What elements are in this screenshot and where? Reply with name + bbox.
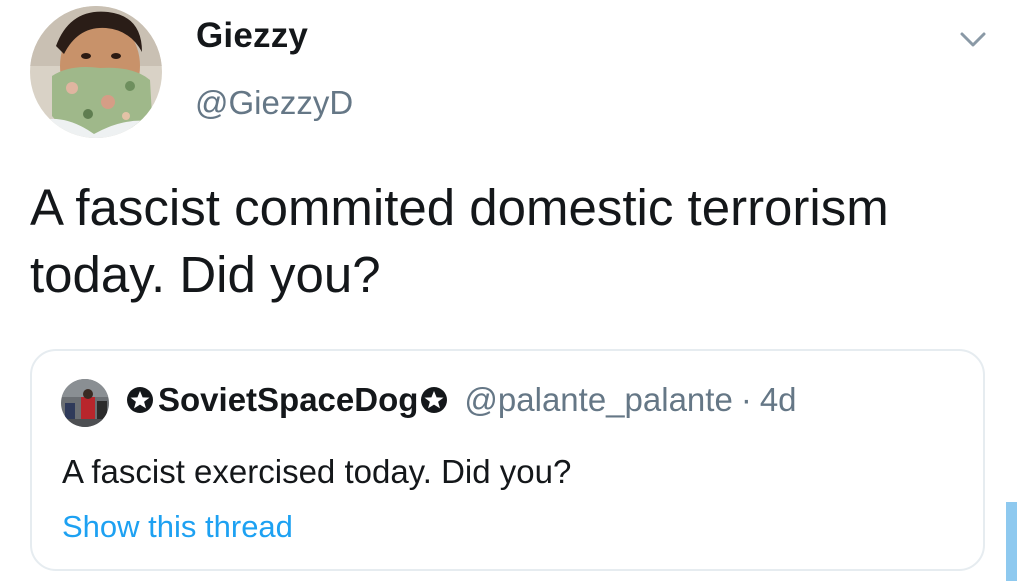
scrollbar-edge — [1006, 502, 1017, 581]
author-handle[interactable]: @GiezzyD — [195, 84, 353, 122]
quoted-timestamp[interactable]: 4d — [760, 381, 797, 419]
dot-separator: · — [740, 381, 752, 418]
author-display-name[interactable]: Giezzy — [196, 16, 308, 56]
avatar-photo — [30, 6, 162, 138]
author-avatar[interactable] — [30, 6, 162, 138]
star-badge-icon — [126, 386, 154, 414]
quoted-author-avatar — [61, 379, 109, 427]
chevron-down-icon[interactable] — [956, 28, 990, 52]
quoted-tweet-card[interactable]: SovietSpaceDog @palante_palante · 4d A f… — [30, 349, 985, 571]
quoted-author-name-text: SovietSpaceDog — [158, 381, 419, 418]
quoted-author-name[interactable]: SovietSpaceDog — [124, 381, 452, 419]
quoted-author-handle[interactable]: @palante_palante — [464, 381, 732, 419]
tweet-text: A fascist commited domestic terrorism to… — [30, 179, 889, 303]
star-badge-icon — [420, 386, 448, 414]
quoted-tweet-header: SovietSpaceDog @palante_palante · 4d — [124, 381, 797, 419]
show-thread-link[interactable]: Show this thread — [62, 509, 293, 545]
quoted-tweet-text: A fascist exercised today. Did you? — [62, 453, 572, 490]
